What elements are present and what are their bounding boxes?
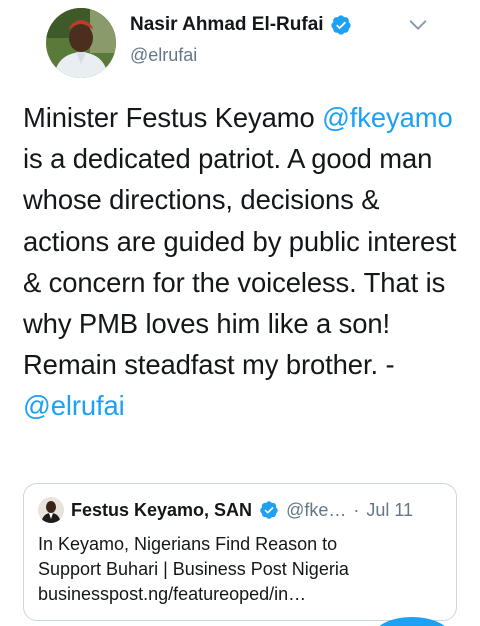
author-display-name[interactable]: Nasir Ahmad El-Rufai <box>130 14 324 36</box>
quoted-tweet-link[interactable]: businesspost.ng/featureoped/in… <box>38 582 448 607</box>
tweet: Nasir Ahmad El-Rufai @elrufai Minister F… <box>0 0 480 626</box>
tweet-header: Nasir Ahmad El-Rufai @elrufai <box>23 0 457 95</box>
author-handle[interactable]: @elrufai <box>130 45 197 66</box>
separator-dot: · <box>353 499 360 520</box>
quoted-tweet-line: In Keyamo, Nigerians Find Reason to <box>38 534 338 554</box>
author-avatar[interactable] <box>46 8 116 78</box>
tweet-text-part: Minister Festus Keyamo <box>23 102 323 133</box>
quoted-tweet-line: Support Buhari | Business Post Nigeria <box>38 559 349 579</box>
quoted-tweet-date: Jul 11 <box>366 499 414 520</box>
tweet-text-part: is a dedicated patriot. A good man whose… <box>23 143 457 381</box>
mention-link[interactable]: @fkeyamo <box>322 102 453 133</box>
quoted-tweet-card[interactable]: Festus Keyamo, SAN @fke… · Jul 11 In Key… <box>23 483 457 621</box>
quoted-tweet-body: In Keyamo, Nigerians Find Reason to Supp… <box>38 532 448 607</box>
mention-link[interactable]: @elrufai <box>23 390 125 421</box>
quoted-author-avatar <box>38 497 64 523</box>
quoted-author-name: Festus Keyamo, SAN <box>71 499 253 520</box>
author-name-row: Nasir Ahmad El-Rufai <box>130 14 352 36</box>
verified-badge-icon <box>330 15 351 35</box>
quoted-author-handle: @fke… <box>286 499 347 520</box>
verified-badge-icon <box>260 501 278 519</box>
chevron-down-icon[interactable] <box>407 14 429 36</box>
tweet-text: Minister Festus Keyamo @fkeyamo is a ded… <box>23 97 463 427</box>
quoted-tweet-header: Festus Keyamo, SAN @fke… · Jul 11 <box>38 497 413 523</box>
